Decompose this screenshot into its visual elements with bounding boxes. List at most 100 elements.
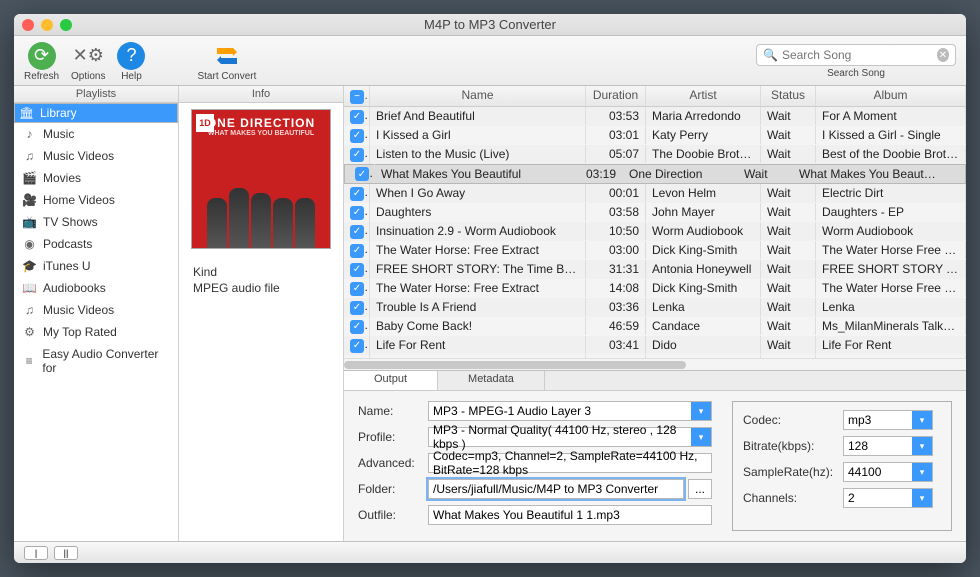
channels-select[interactable]: 2▾ bbox=[843, 488, 933, 508]
clear-search-icon[interactable]: ✕ bbox=[937, 48, 949, 62]
row-checkbox[interactable]: ✓ bbox=[350, 129, 364, 143]
cell-artist: Worm Audiobook bbox=[646, 222, 761, 240]
home-videos-icon: 🎥 bbox=[22, 193, 37, 207]
zoom-icon[interactable] bbox=[60, 19, 72, 31]
bitrate-label: Bitrate(kbps): bbox=[743, 439, 843, 453]
help-button[interactable]: ? Help bbox=[117, 42, 145, 82]
cell-name: Trouble Is A Friend bbox=[370, 298, 586, 316]
minimize-icon[interactable] bbox=[41, 19, 53, 31]
row-checkbox[interactable]: ✓ bbox=[350, 110, 364, 124]
table-row[interactable]: ✓FREE SHORT STORY: The Time Bein...31:31… bbox=[344, 260, 966, 279]
cell-artist: Katy Perry bbox=[646, 126, 761, 144]
column-album[interactable]: Album bbox=[816, 86, 966, 106]
cell-status: Wait bbox=[761, 336, 816, 354]
close-icon[interactable] bbox=[22, 19, 34, 31]
table-row[interactable]: ✓Brief And Beautiful03:53Maria Arredondo… bbox=[344, 107, 966, 126]
sidebar-item-music[interactable]: ♪Music bbox=[14, 123, 178, 145]
table-row[interactable]: ✓Insinuation 2.9 - Worm Audiobook10:50Wo… bbox=[344, 222, 966, 241]
refresh-button[interactable]: ⟳ Refresh bbox=[24, 42, 59, 82]
bitrate-select[interactable]: 128▾ bbox=[843, 436, 933, 456]
cell-status: Wait bbox=[761, 222, 816, 240]
row-checkbox[interactable]: ✓ bbox=[355, 167, 369, 181]
row-checkbox[interactable]: ✓ bbox=[350, 339, 364, 353]
music-videos-icon: ♫ bbox=[22, 149, 37, 163]
sidebar-item-library[interactable]: 🏛Library bbox=[14, 103, 178, 123]
table-row[interactable]: ✓When I Go Away00:01Levon HelmWaitElectr… bbox=[344, 184, 966, 203]
sidebar-item-label: Home Videos bbox=[43, 193, 115, 207]
sidebar-item-home-videos[interactable]: 🎥 Home Videos bbox=[14, 189, 178, 211]
name-select[interactable]: MP3 - MPEG-1 Audio Layer 3▾ bbox=[428, 401, 712, 421]
album-art: 1D ONE DIRECTION WHAT MAKES YOU BEAUTIFU… bbox=[191, 109, 331, 249]
row-checkbox[interactable]: ✓ bbox=[350, 148, 364, 162]
table-row[interactable]: ✓Trouble Is A Friend03:36LenkaWaitLenka bbox=[344, 298, 966, 317]
table-row[interactable]: ✓Life For Rent03:41DidoWaitLife For Rent bbox=[344, 336, 966, 355]
browse-folder-button[interactable]: ... bbox=[688, 479, 712, 499]
row-checkbox[interactable]: ✓ bbox=[350, 225, 364, 239]
movies-icon: 🎬 bbox=[22, 171, 37, 185]
folder-input[interactable]: /Users/jiafull/Music/M4P to MP3 Converte… bbox=[428, 479, 684, 499]
row-checkbox[interactable]: ✓ bbox=[350, 301, 364, 315]
table-row[interactable]: ✓The Water Horse: Free Extract03:00Dick … bbox=[344, 241, 966, 260]
column-artist[interactable]: Artist bbox=[646, 86, 761, 106]
music-icon: ♪ bbox=[22, 127, 37, 141]
info-panel: Info 1D ONE DIRECTION WHAT MAKES YOU BEA… bbox=[179, 86, 344, 541]
cell-album: Daughters - EP bbox=[816, 203, 966, 221]
sidebar-item-easy-audio-converter-for[interactable]: ≡Easy Audio Converter for bbox=[14, 343, 178, 379]
table-row[interactable]: ✓Listen to the Music (Live)05:07The Doob… bbox=[344, 145, 966, 164]
cell-album: Life For Rent bbox=[816, 336, 966, 354]
search-icon: 🔍 bbox=[763, 48, 778, 62]
horizontal-scrollbar[interactable] bbox=[344, 358, 966, 370]
start-convert-button[interactable]: Start Convert bbox=[197, 42, 256, 82]
row-checkbox[interactable]: ✓ bbox=[350, 206, 364, 220]
cell-duration: 03:41 bbox=[586, 336, 646, 354]
sidebar-item-movies[interactable]: 🎬Movies bbox=[14, 167, 178, 189]
table-row[interactable]: ✓What Makes You Beautiful03:19One Direct… bbox=[344, 164, 966, 184]
row-checkbox[interactable]: ✓ bbox=[350, 244, 364, 258]
sidebar-item-music-videos[interactable]: ♫Music Videos bbox=[14, 299, 178, 321]
row-checkbox[interactable]: ✓ bbox=[350, 263, 364, 277]
column-duration[interactable]: Duration bbox=[586, 86, 646, 106]
cell-name: Daughters bbox=[370, 203, 586, 221]
cell-album: What Makes You Beautifu bbox=[793, 165, 943, 183]
sidebar-item-my-top-rated[interactable]: ⚙My Top Rated bbox=[14, 321, 178, 343]
codec-select[interactable]: mp3▾ bbox=[843, 410, 933, 430]
table-row[interactable]: ✓The Water Horse: Free Extract14:08Dick … bbox=[344, 279, 966, 298]
search-input[interactable]: 🔍 ✕ bbox=[756, 44, 956, 66]
chevron-down-icon: ▾ bbox=[912, 437, 932, 455]
outfile-label: Outfile: bbox=[358, 508, 428, 522]
tab-output[interactable]: Output bbox=[344, 371, 438, 390]
codec-label: Codec: bbox=[743, 413, 843, 427]
profile-select[interactable]: MP3 - Normal Quality( 44100 Hz, stereo ,… bbox=[428, 427, 712, 447]
advanced-input[interactable]: Codec=mp3, Channel=2, SampleRate=44100 H… bbox=[428, 453, 712, 473]
cell-duration: 03:00 bbox=[586, 241, 646, 259]
column-name[interactable]: Name bbox=[370, 86, 586, 106]
sidebar-item-tv-shows[interactable]: 📺TV Shows bbox=[14, 211, 178, 233]
options-button[interactable]: ✕⚙ Options bbox=[71, 42, 105, 82]
cell-name: Brief And Beautiful bbox=[370, 107, 586, 125]
table-row[interactable]: ✓Baby Come Back!46:59CandaceWaitMs_Milan… bbox=[344, 317, 966, 336]
sidebar-item-itunes-u[interactable]: 🎓iTunes U bbox=[14, 255, 178, 277]
samplerate-select[interactable]: 44100▾ bbox=[843, 462, 933, 482]
pause-button[interactable]: || bbox=[54, 546, 78, 560]
cell-album: The Water Horse Free Ext bbox=[816, 279, 966, 297]
prev-button[interactable]: | bbox=[24, 546, 48, 560]
tab-metadata[interactable]: Metadata bbox=[438, 371, 545, 390]
table-row[interactable]: ✓Daughters03:58John MayerWaitDaughters -… bbox=[344, 203, 966, 222]
cell-duration: 03:19 bbox=[563, 165, 623, 183]
cell-status: Wait bbox=[761, 298, 816, 316]
cell-album: Electric Dirt bbox=[816, 184, 966, 202]
outfile-input[interactable]: What Makes You Beautiful 1 1.mp3 bbox=[428, 505, 712, 525]
table-row[interactable]: ✓I Kissed a Girl03:01Katy PerryWaitI Kis… bbox=[344, 126, 966, 145]
channels-label: Channels: bbox=[743, 491, 843, 505]
sidebar-item-audiobooks[interactable]: 📖Audiobooks bbox=[14, 277, 178, 299]
sidebar-item-podcasts[interactable]: ◉Podcasts bbox=[14, 233, 178, 255]
select-all-checkbox[interactable]: − bbox=[344, 86, 370, 106]
row-checkbox[interactable]: ✓ bbox=[350, 187, 364, 201]
column-status[interactable]: Status bbox=[761, 86, 816, 106]
sidebar-item-music-videos[interactable]: ♫Music Videos bbox=[14, 145, 178, 167]
kind-value: MPEG audio file bbox=[193, 281, 329, 295]
row-checkbox[interactable]: ✓ bbox=[350, 282, 364, 296]
sidebar-item-label: Audiobooks bbox=[43, 281, 106, 295]
cell-duration: 05:07 bbox=[586, 145, 646, 163]
row-checkbox[interactable]: ✓ bbox=[350, 320, 364, 334]
